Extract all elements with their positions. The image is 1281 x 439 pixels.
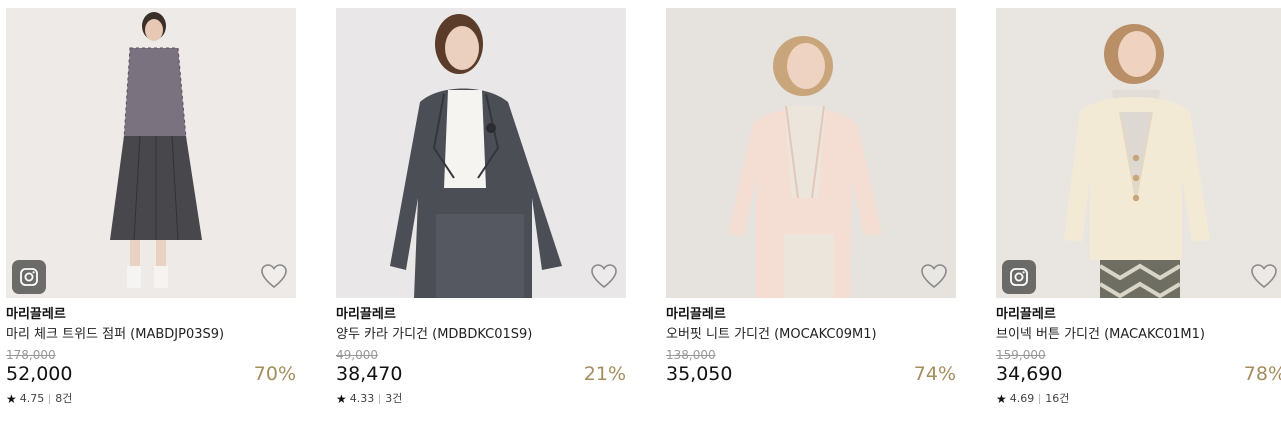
star-icon: ★ bbox=[336, 392, 347, 406]
original-price: 138,000 bbox=[666, 348, 716, 362]
price-row: 52,000 70% bbox=[6, 362, 296, 386]
original-price: 49,000 bbox=[336, 348, 378, 362]
discount-rate: 70% bbox=[253, 363, 296, 385]
model-photo bbox=[996, 8, 1281, 298]
brand-name[interactable]: 마리끌레르 bbox=[996, 306, 1281, 323]
heart-outline-icon[interactable] bbox=[260, 263, 288, 289]
original-price: 159,000 bbox=[996, 348, 1046, 362]
product-grid: 마리끌레르 마리 체크 트위드 점퍼 (MABDJP03S9) 178,000 … bbox=[0, 0, 1281, 439]
star-icon: ★ bbox=[996, 392, 1007, 406]
review-count: 3건 bbox=[385, 392, 403, 405]
heart-outline-icon[interactable] bbox=[920, 263, 948, 289]
sale-price: 35,050 bbox=[666, 363, 733, 385]
discount-rate: 74% bbox=[913, 363, 956, 385]
discount-rate: 21% bbox=[583, 363, 626, 385]
product-name[interactable]: 브이넥 버튼 가디건 (MACAKC01M1) bbox=[996, 326, 1281, 343]
divider bbox=[1039, 394, 1041, 404]
review-count: 8건 bbox=[55, 392, 73, 405]
divider bbox=[49, 394, 51, 404]
rating-value: 4.33 bbox=[349, 392, 375, 405]
brand-name[interactable]: 마리끌레르 bbox=[666, 306, 956, 323]
product-card[interactable]: 마리끌레르 마리 체크 트위드 점퍼 (MABDJP03S9) 178,000 … bbox=[6, 8, 296, 406]
rating-row: ★ 4.69 16건 bbox=[996, 392, 1281, 406]
divider bbox=[379, 394, 381, 404]
instagram-badge[interactable] bbox=[1002, 260, 1036, 294]
heart-outline-icon[interactable] bbox=[590, 263, 618, 289]
model-photo bbox=[336, 8, 626, 298]
sale-price: 52,000 bbox=[6, 363, 73, 385]
product-name[interactable]: 마리 체크 트위드 점퍼 (MABDJP03S9) bbox=[6, 326, 296, 343]
rating-row: ★ 4.75 8건 bbox=[6, 392, 296, 406]
product-card[interactable]: 마리끌레르 오버핏 니트 가디건 (MOCAKC09M1) 138,000 35… bbox=[666, 8, 956, 386]
brand-name[interactable]: 마리끌레르 bbox=[336, 306, 626, 323]
heart-outline-icon[interactable] bbox=[1250, 263, 1278, 289]
review-count: 16건 bbox=[1045, 392, 1070, 405]
rating-row: ★ 4.33 3건 bbox=[336, 392, 626, 406]
product-image[interactable] bbox=[6, 8, 296, 298]
rating-value: 4.75 bbox=[19, 392, 45, 405]
rating-value: 4.69 bbox=[1009, 392, 1035, 405]
model-photo bbox=[666, 8, 956, 298]
price-row: 38,470 21% bbox=[336, 362, 626, 386]
sale-price: 38,470 bbox=[336, 363, 403, 385]
product-name[interactable]: 오버핏 니트 가디건 (MOCAKC09M1) bbox=[666, 326, 956, 343]
product-image[interactable] bbox=[996, 8, 1281, 298]
brand-name[interactable]: 마리끌레르 bbox=[6, 306, 296, 323]
product-card[interactable]: 마리끌레르 브이넥 버튼 가디건 (MACAKC01M1) 159,000 34… bbox=[996, 8, 1281, 406]
sale-price: 34,690 bbox=[996, 363, 1063, 385]
product-image[interactable] bbox=[666, 8, 956, 298]
instagram-badge[interactable] bbox=[12, 260, 46, 294]
original-price: 178,000 bbox=[6, 348, 56, 362]
product-image[interactable] bbox=[336, 8, 626, 298]
star-icon: ★ bbox=[6, 392, 17, 406]
price-row: 34,690 78% bbox=[996, 362, 1281, 386]
instagram-icon bbox=[1010, 268, 1028, 286]
product-name[interactable]: 양두 카라 가디건 (MDBDKC01S9) bbox=[336, 326, 626, 343]
product-card[interactable]: 마리끌레르 양두 카라 가디건 (MDBDKC01S9) 49,000 38,4… bbox=[336, 8, 626, 406]
price-row: 35,050 74% bbox=[666, 362, 956, 386]
model-photo bbox=[6, 8, 296, 298]
discount-rate: 78% bbox=[1243, 363, 1281, 385]
instagram-icon bbox=[20, 268, 38, 286]
